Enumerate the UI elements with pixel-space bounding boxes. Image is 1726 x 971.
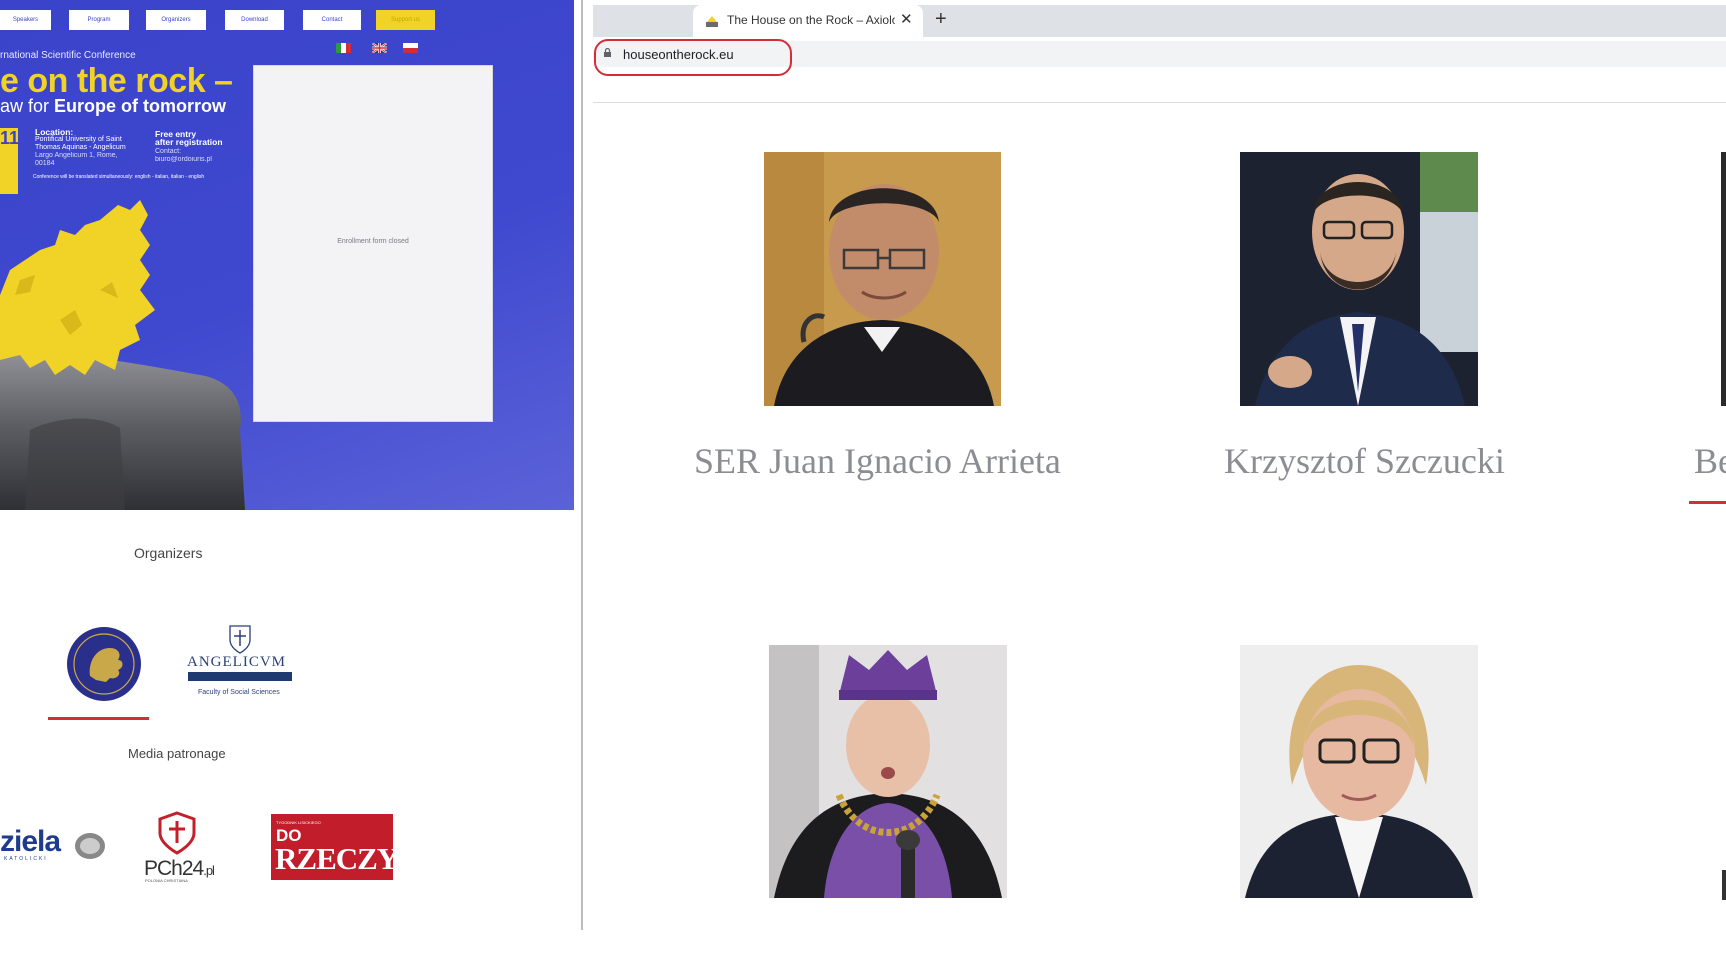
form-status: Enrollment form closed bbox=[337, 238, 409, 245]
annotation-circle-url bbox=[594, 39, 792, 76]
nav-organizers-button[interactable]: Organizers bbox=[146, 10, 206, 30]
location-info: Location: Pontifical University of Saint… bbox=[35, 127, 126, 167]
angelicum-logo-text[interactable]: ANGELICVM bbox=[187, 654, 286, 671]
header-divider bbox=[593, 102, 1726, 103]
conference-banner: Speakers Program Organizers Download Con… bbox=[0, 0, 574, 510]
italian-flag-icon[interactable] bbox=[336, 43, 351, 53]
enrollment-form: Enrollment form closed bbox=[253, 65, 493, 422]
media-patronage-heading: Media patronage bbox=[128, 746, 226, 761]
speaker-name-arrieta[interactable]: SER Juan Ignacio Arrieta bbox=[694, 440, 1061, 482]
niedziela-logo[interactable]: ziela bbox=[0, 825, 61, 859]
site-favicon-icon bbox=[706, 16, 718, 27]
ordo-iuris-logo[interactable] bbox=[66, 626, 142, 702]
nav-speakers-button[interactable]: Speakers bbox=[0, 10, 51, 30]
angelicum-crest-icon bbox=[229, 625, 251, 654]
niedziela-emblem-icon bbox=[75, 833, 105, 859]
english-flag-icon[interactable] bbox=[372, 43, 387, 53]
europe-on-rock-illustration bbox=[0, 200, 245, 510]
date-tag: 11 bbox=[0, 128, 19, 194]
conference-label: rnational Scientific Conference bbox=[0, 50, 136, 61]
angelicum-bar bbox=[188, 672, 292, 681]
speaker-photo-woman[interactable] bbox=[1240, 645, 1478, 898]
tab-title: The House on the Rock – Axiology of law … bbox=[727, 13, 895, 27]
niedziela-sublabel: KATOLICKI bbox=[4, 856, 48, 862]
screenshot-divider bbox=[581, 0, 583, 930]
nav-support-button[interactable]: Support us bbox=[376, 10, 435, 30]
annotation-underline-speaker bbox=[1689, 501, 1726, 504]
speaker-photo-partial-2[interactable] bbox=[1722, 870, 1726, 900]
tab-close-icon[interactable]: ✕ bbox=[900, 10, 913, 28]
conference-subtitle: aw for Europe of tomorrow bbox=[0, 96, 227, 116]
nav-download-button[interactable]: Download bbox=[225, 10, 284, 30]
speaker-name-partial[interactable]: Be bbox=[1694, 440, 1726, 482]
do-rzeczy-logo[interactable]: TYGODNIK LISICKIEGO DO RZECZY bbox=[271, 814, 399, 880]
speaker-name-szczucki[interactable]: Krzysztof Szczucki bbox=[1224, 440, 1505, 482]
nav-program-button[interactable]: Program bbox=[69, 10, 129, 30]
polish-flag-icon[interactable] bbox=[403, 43, 418, 53]
pch24-sublabel: POLONIA CHRISTIANA bbox=[145, 878, 188, 883]
speaker-photo-szczucki[interactable] bbox=[1240, 152, 1478, 406]
angelicum-subtitle: Faculty of Social Sciences bbox=[198, 689, 280, 696]
nav-contact-button[interactable]: Contact bbox=[303, 10, 361, 30]
speaker-photo-arrieta[interactable] bbox=[764, 152, 1001, 406]
entry-info: Free entry after registration Contact: b… bbox=[155, 129, 223, 163]
new-tab-icon[interactable]: + bbox=[935, 8, 947, 31]
translation-note: Conference will be translated simultaneo… bbox=[33, 174, 205, 180]
organizers-heading: Organizers bbox=[134, 545, 203, 561]
speaker-photo-partial[interactable] bbox=[1721, 152, 1726, 406]
speaker-photo-judge[interactable] bbox=[769, 645, 1007, 898]
annotation-underline-organizer bbox=[48, 717, 149, 720]
pch24-shield-icon bbox=[158, 811, 196, 855]
